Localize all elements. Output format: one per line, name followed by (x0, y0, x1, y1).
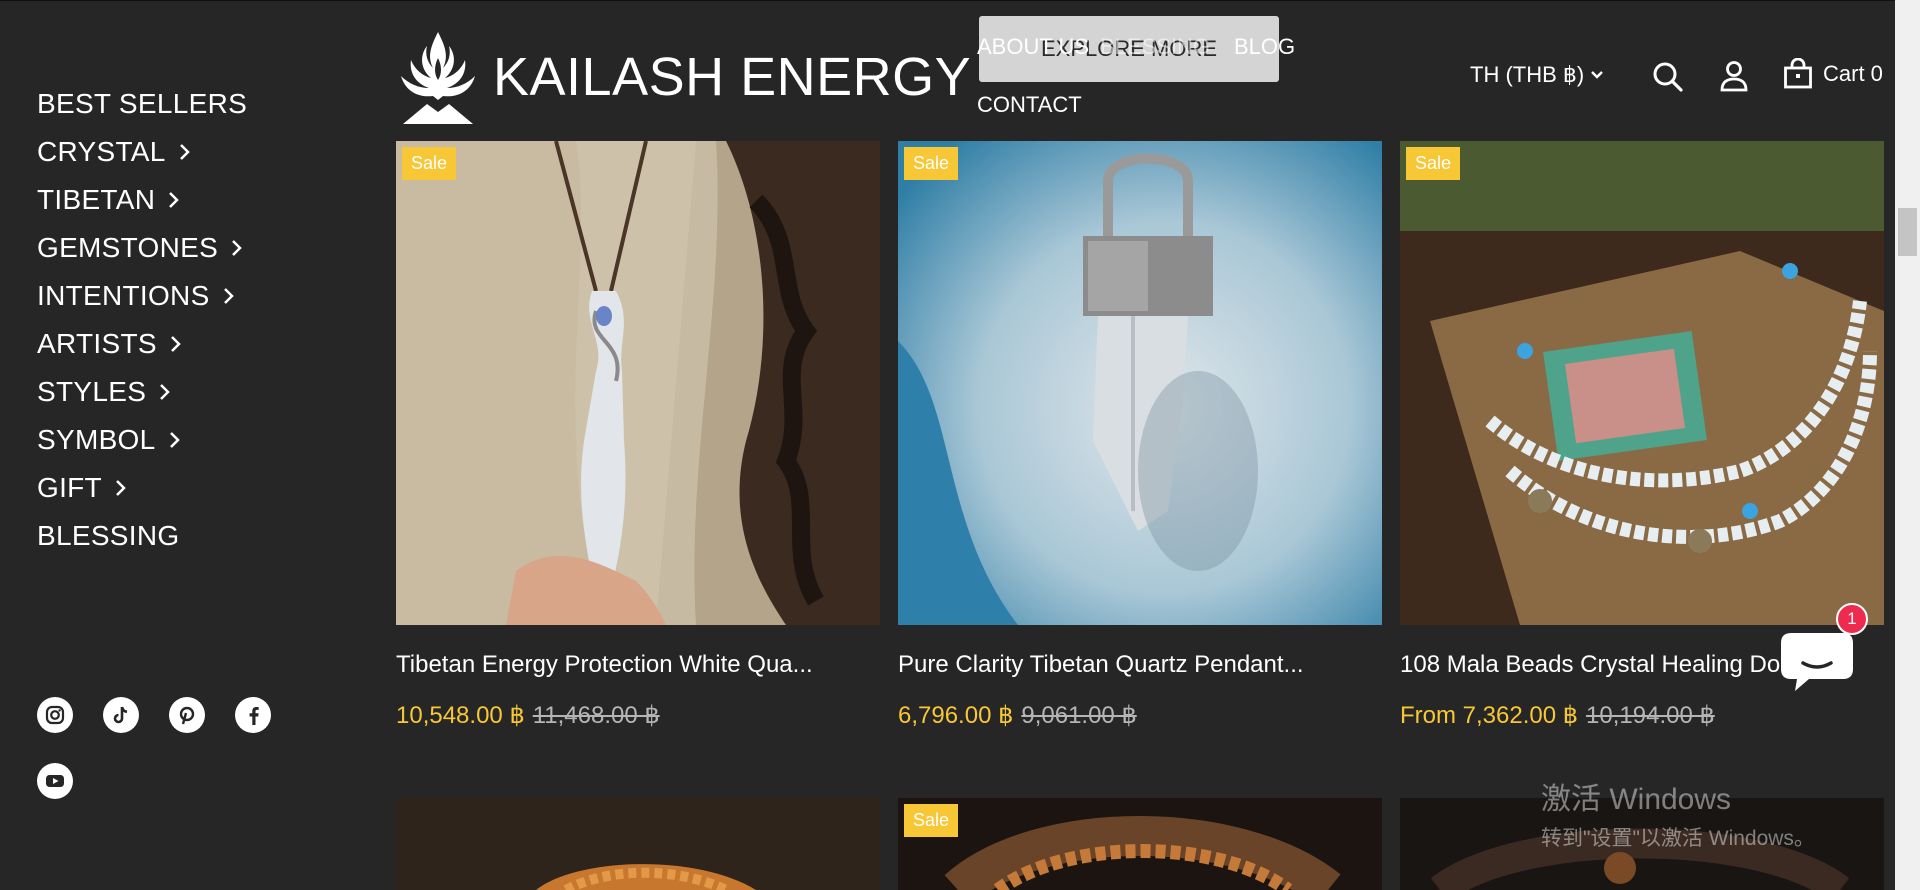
nav-link-blog[interactable]: BLOG (1234, 34, 1295, 60)
nav-link-blessing[interactable]: BLESSING (1100, 34, 1210, 60)
sidebar-item-artists[interactable]: ARTISTS (37, 320, 357, 368)
product-price: 10,548.00 ฿ 11,468.00 ฿ (396, 701, 880, 730)
chevron-right-icon (167, 190, 181, 210)
sale-price: 6,796.00 ฿ (898, 702, 1014, 729)
account-icon[interactable] (1720, 60, 1748, 97)
chevron-right-icon (168, 430, 182, 450)
search-icon[interactable] (1652, 61, 1684, 98)
sidebar-item-label: STYLES (37, 376, 147, 407)
sidebar-item-blessing[interactable]: BLESSING (37, 512, 357, 560)
sidebar-item-label: BEST SELLERS (37, 88, 248, 119)
lotus-flame-logo-icon (401, 32, 475, 124)
chevron-right-icon (222, 286, 236, 306)
compare-price: 11,468.00 ฿ (532, 702, 660, 729)
social-links (37, 697, 297, 799)
sidebar-item-label: GIFT (37, 472, 102, 503)
sale-badge: Sale (402, 147, 457, 180)
chat-unread-badge: 1 (1836, 603, 1868, 635)
product-title[interactable]: Pure Clarity Tibetan Quartz Pendant... (898, 651, 1382, 679)
sidebar-item-crystal[interactable]: CRYSTAL (37, 128, 357, 176)
nav-link-about-us[interactable]: ABOUT US (977, 34, 1089, 60)
sidebar-item-label: SYMBOL (37, 424, 156, 455)
sidebar-item-best-sellers[interactable]: BEST SELLERS (37, 80, 357, 128)
sidebar-item-gift[interactable]: GIFT (37, 464, 357, 512)
product-image[interactable]: Sale (396, 141, 880, 625)
chevron-right-icon (178, 142, 192, 162)
watermark-line-2: 转到"设置"以激活 Windows。 (1541, 827, 1815, 850)
sidebar-item-styles[interactable]: STYLES (37, 368, 357, 416)
sidebar-item-label: TIBETAN (37, 184, 156, 215)
chevron-right-icon (169, 334, 183, 354)
chat-bubble-icon (1769, 633, 1865, 699)
product-card[interactable]: Sale Tibetan Energy Protection White Qua… (396, 141, 880, 730)
instagram-icon[interactable] (37, 697, 73, 733)
sale-badge: Sale (1406, 147, 1461, 180)
cart-label: Cart 0 (1823, 61, 1883, 86)
sale-price: From 7,362.00 ฿ (1400, 702, 1579, 729)
chevron-right-icon (114, 478, 128, 498)
product-price: 6,796.00 ฿ 9,061.00 ฿ (898, 701, 1382, 730)
facebook-icon[interactable] (235, 697, 271, 733)
sidebar-item-label: ARTISTS (37, 328, 157, 359)
compare-price: 9,061.00 ฿ (1021, 702, 1137, 729)
product-card[interactable]: Sale Pure Clarity Tibetan Quartz Pendant… (898, 141, 1382, 730)
sidebar-item-intentions[interactable]: INTENTIONS (37, 272, 357, 320)
product-image[interactable]: Sale (898, 141, 1382, 625)
windows-activation-watermark: 激活 Windows 转到"设置"以激活 Windows。 (1541, 774, 1815, 852)
sidebar-item-label: INTENTIONS (37, 280, 210, 311)
chevron-down-icon (1590, 70, 1604, 80)
scrollbar-thumb[interactable] (1898, 208, 1917, 256)
product-price: From 7,362.00 ฿ 10,194.00 ฿ (1400, 701, 1884, 730)
product-image[interactable] (396, 798, 880, 890)
top-border (0, 0, 1895, 1)
sidebar-item-tibetan[interactable]: TIBETAN (37, 176, 357, 224)
sidebar-item-label: GEMSTONES (37, 232, 219, 263)
nav-link-contact[interactable]: CONTACT (977, 92, 1082, 118)
chevron-right-icon (158, 382, 172, 402)
sale-badge: Sale (904, 147, 959, 180)
tiktok-icon[interactable] (103, 697, 139, 733)
sidebar-item-label: CRYSTAL (37, 136, 166, 167)
product-image[interactable]: Sale (898, 798, 1382, 890)
sidebar-nav: BEST SELLERS CRYSTAL TIBETAN GEMSTONES I… (37, 80, 357, 560)
currency-label: TH (THB ฿) (1470, 62, 1585, 87)
scrollbar-track[interactable] (1895, 0, 1920, 890)
currency-selector[interactable]: TH (THB ฿) (1470, 62, 1604, 88)
brand-name: KAILASH ENERGY (493, 47, 972, 107)
sidebar-item-label: BLESSING (37, 520, 180, 551)
bag-icon (1783, 58, 1813, 90)
product-image[interactable]: Sale (1400, 141, 1884, 625)
compare-price: 10,194.00 ฿ (1586, 702, 1715, 729)
cart-button[interactable]: Cart 0 (1783, 58, 1883, 90)
youtube-icon[interactable] (37, 763, 73, 799)
product-title[interactable]: Tibetan Energy Protection White Qua... (396, 651, 880, 679)
sale-badge: Sale (904, 804, 959, 837)
sidebar-item-gemstones[interactable]: GEMSTONES (37, 224, 357, 272)
page: BEST SELLERS CRYSTAL TIBETAN GEMSTONES I… (0, 0, 1895, 890)
sidebar-item-symbol[interactable]: SYMBOL (37, 416, 357, 464)
chevron-right-icon (230, 238, 244, 258)
pinterest-icon[interactable] (169, 697, 205, 733)
sale-price: 10,548.00 ฿ (396, 702, 525, 729)
watermark-line-1: 激活 Windows (1541, 783, 1732, 816)
brand-logo[interactable]: KAILASH ENERGY (397, 28, 971, 126)
